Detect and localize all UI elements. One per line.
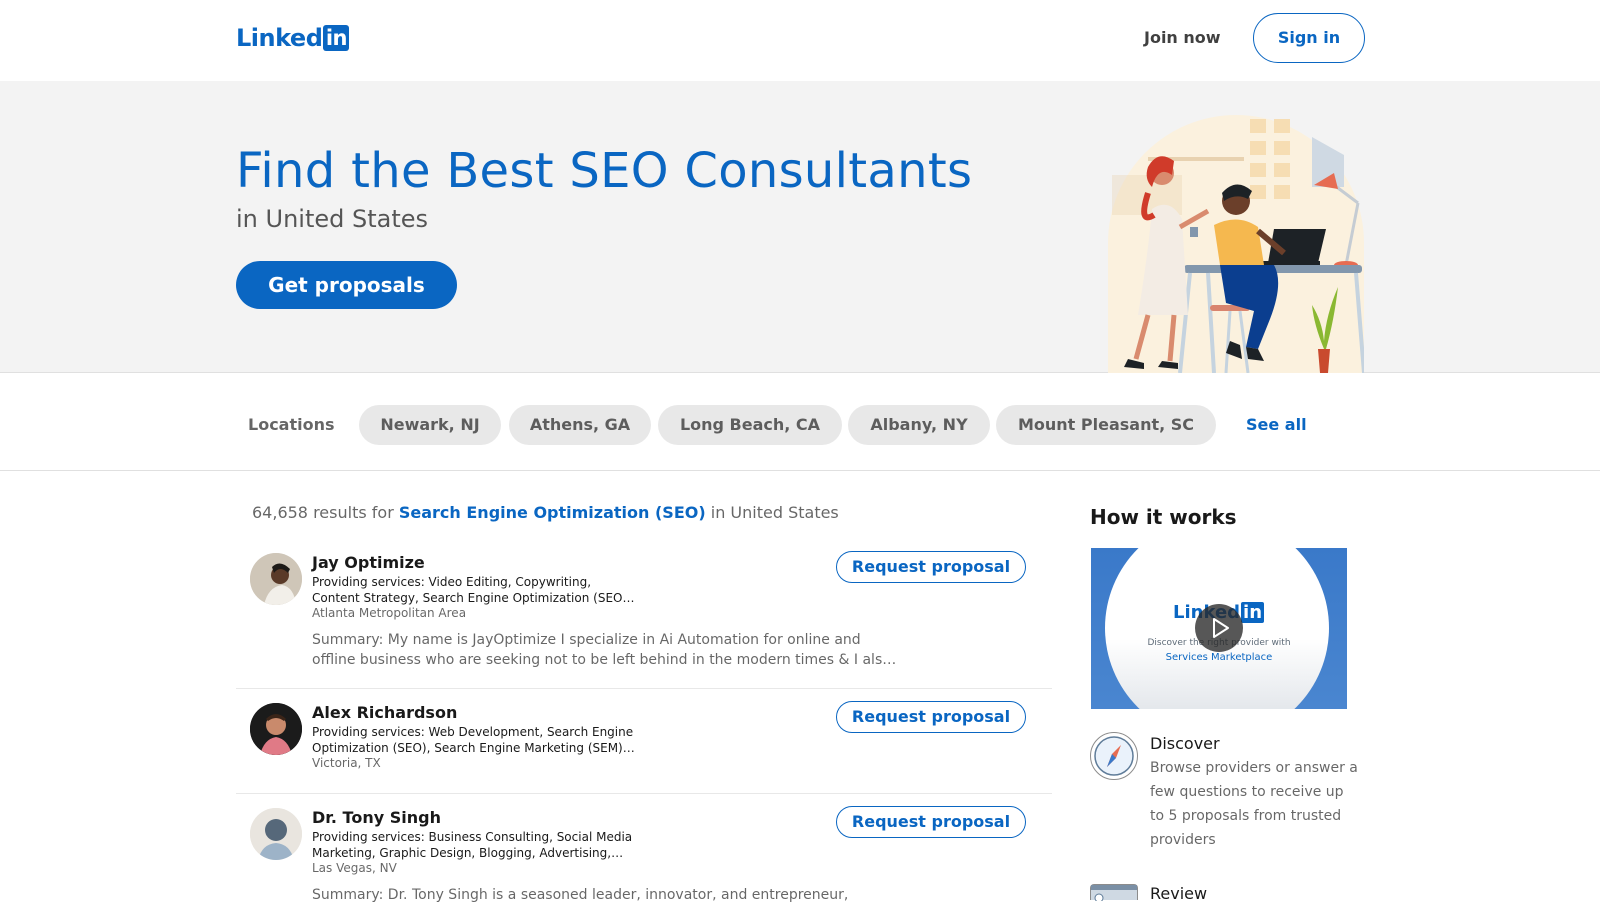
page-title: Find the Best SEO Consultants [236, 143, 973, 199]
provider-name[interactable]: Alex Richardson [312, 703, 457, 722]
provider-services: Providing services: Business Consulting,… [312, 829, 642, 861]
provider-location: Victoria, TX [312, 756, 381, 770]
logo-in-box: in [323, 25, 350, 51]
services-line: Optimization (SEO), Search Engine Market… [312, 741, 635, 755]
results-count: 64,658 [252, 503, 308, 522]
page-subtitle: in United States [236, 205, 429, 233]
services-line: Content Strategy, Search Engine Optimiza… [312, 591, 635, 605]
results-keyword: Search Engine Optimization (SEO) [398, 503, 706, 522]
get-proposals-button[interactable]: Get proposals [236, 261, 457, 309]
logo-text: Linked [236, 24, 323, 52]
services-line: Providing services: Web Development, Sea… [312, 725, 634, 739]
compass-icon [1090, 732, 1138, 780]
provider-card[interactable]: Jay Optimize Providing services: Video E… [236, 538, 1052, 689]
top-nav: Linked in Join now Sign in [0, 0, 1600, 81]
how-it-works-video[interactable]: Linkedin Discover the right provider wit… [1091, 548, 1347, 709]
how-it-works-title: How it works [1090, 505, 1237, 529]
summary-line: Summary: Dr. Tony Singh is a seasoned le… [312, 887, 849, 903]
avatar-photo-icon [250, 553, 302, 605]
location-pill-albany[interactable]: Albany, NY [848, 405, 990, 445]
step-desc-discover: Browse providers or answer a few questio… [1150, 760, 1358, 848]
request-proposal-button[interactable]: Request proposal [836, 806, 1026, 838]
results-prefix: results for [313, 503, 394, 522]
provider-services: Providing services: Web Development, Sea… [312, 724, 642, 756]
video-logo-box: in [1241, 602, 1265, 623]
location-pill-mount-pleasant[interactable]: Mount Pleasant, SC [996, 405, 1216, 445]
provider-location: Atlanta Metropolitan Area [312, 606, 467, 620]
avatar-photo-icon [250, 703, 302, 755]
request-proposal-button[interactable]: Request proposal [836, 701, 1026, 733]
provider-services: Providing services: Video Editing, Copyw… [312, 574, 642, 606]
results-summary: 64,658 results for Search Engine Optimiz… [252, 503, 839, 522]
avatar [250, 703, 302, 755]
hero-section: Find the Best SEO Consultants in United … [0, 81, 1600, 373]
default-avatar-icon [250, 808, 302, 860]
provider-card[interactable]: Dr. Tony Singh Providing services: Busin… [236, 794, 1052, 903]
see-all-locations-link[interactable]: See all [1246, 415, 1307, 434]
step-title-discover: Discover [1150, 734, 1220, 753]
provider-name[interactable]: Jay Optimize [312, 553, 425, 572]
locations-bar: Locations Newark, NJ Athens, GA Long Bea… [0, 373, 1600, 471]
location-pill-long-beach[interactable]: Long Beach, CA [658, 405, 842, 445]
video-caption-2: Services Marketplace [1165, 652, 1273, 663]
summary-line: offline business who are seeking not to … [312, 652, 897, 668]
request-proposal-button[interactable]: Request proposal [836, 551, 1026, 583]
provider-summary: Summary: Dr. Tony Singh is a seasoned le… [312, 885, 902, 905]
review-icon [1090, 884, 1138, 903]
provider-location: Las Vegas, NV [312, 861, 397, 875]
location-pill-newark[interactable]: Newark, NJ [359, 405, 501, 445]
results-suffix: in United States [710, 503, 839, 522]
services-line: Providing services: Business Consulting,… [312, 830, 633, 844]
provider-name[interactable]: Dr. Tony Singh [312, 808, 441, 827]
sign-in-button[interactable]: Sign in [1253, 13, 1365, 63]
avatar [250, 553, 302, 605]
locations-label: Locations [248, 415, 335, 434]
join-now-link[interactable]: Join now [1130, 24, 1235, 52]
play-button[interactable] [1195, 604, 1243, 652]
provider-summary: Summary: My name is JayOptimize I specia… [312, 630, 902, 670]
avatar [250, 808, 302, 860]
location-pill-athens[interactable]: Athens, GA [509, 405, 651, 445]
linkedin-logo[interactable]: Linked in [236, 24, 350, 52]
summary-line: Summary: My name is JayOptimize I specia… [312, 632, 861, 648]
provider-card[interactable]: Alex Richardson Providing services: Web … [236, 689, 1052, 794]
services-line: Providing services: Video Editing, Copyw… [312, 575, 592, 589]
hero-illustration [1108, 115, 1364, 373]
services-line: Marketing, Graphic Design, Blogging, Adv… [312, 846, 624, 860]
play-icon [1213, 618, 1229, 638]
step-title-review: Review [1150, 884, 1208, 903]
